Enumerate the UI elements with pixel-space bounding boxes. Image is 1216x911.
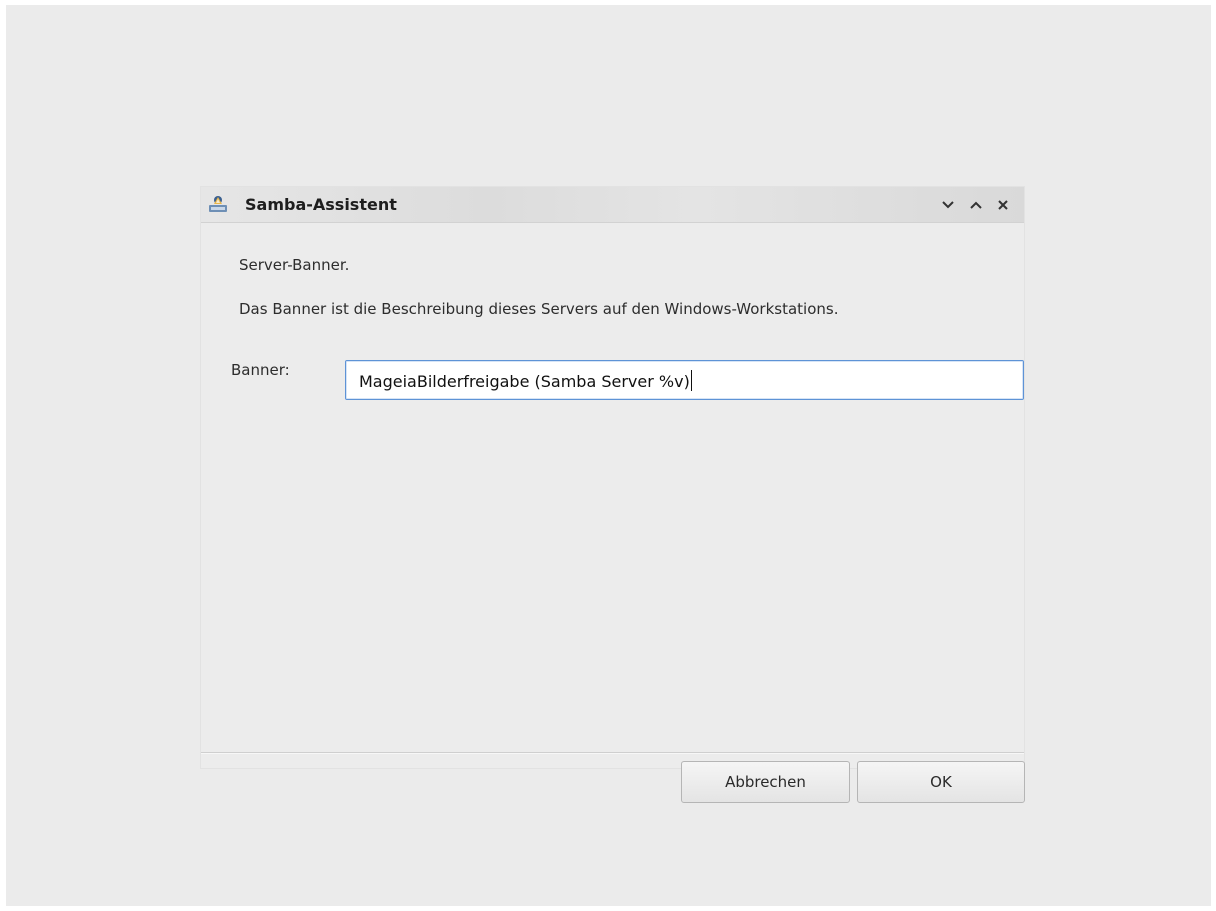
title-bar[interactable]: Samba-Assistent [201, 187, 1024, 223]
page-heading: Server-Banner. [239, 256, 350, 274]
page-description: Das Banner ist die Beschreibung dieses S… [239, 300, 839, 318]
maximize-icon[interactable] [967, 196, 985, 214]
cancel-button[interactable]: Abbrechen [681, 761, 850, 803]
banner-field-label: Banner: [231, 361, 290, 379]
close-icon[interactable] [994, 196, 1012, 214]
minimize-icon[interactable] [939, 196, 957, 214]
samba-app-icon [209, 196, 227, 212]
button-area-divider-highlight [201, 753, 1024, 754]
banner-input[interactable]: MageiaBilderfreigabe (Samba Server %v) [345, 360, 1024, 400]
window-title: Samba-Assistent [245, 195, 397, 214]
text-caret [690, 370, 692, 391]
samba-wizard-dialog: Samba-Assistent Server-Banner. Das Banne… [200, 186, 1025, 803]
ok-button[interactable]: OK [857, 761, 1025, 803]
banner-input-value: MageiaBilderfreigabe (Samba Server %v) [359, 372, 690, 391]
